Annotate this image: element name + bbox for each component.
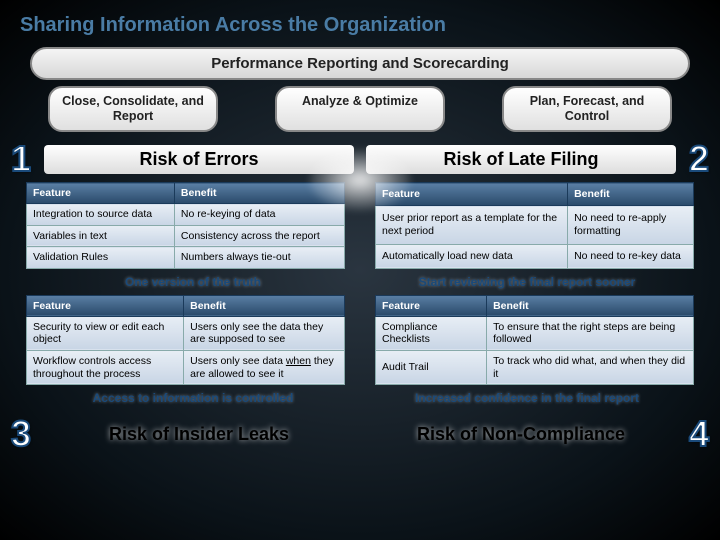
col-feature: Feature	[27, 183, 175, 204]
tagline-access-controlled: Access to information is controlled	[26, 391, 360, 405]
table-row: User prior report as a template for the …	[376, 206, 694, 244]
col-benefit: Benefit	[568, 183, 694, 206]
risk-errors-heading: Risk of Errors	[44, 145, 354, 174]
table-risk-errors: Feature Benefit Integration to source da…	[26, 182, 345, 269]
number-3-badge: 3	[4, 413, 38, 455]
pill-plan-forecast: Plan, Forecast, and Control	[502, 86, 672, 132]
cell-feature: Variables in text	[27, 225, 175, 247]
upper-taglines: One version of the truth Start reviewing…	[20, 271, 700, 295]
lower-taglines: Access to information is controlled Incr…	[20, 387, 700, 411]
cell-feature: Integration to source data	[27, 204, 175, 226]
col-feature: Feature	[376, 295, 487, 316]
cell-benefit: To track who did what, and when they did…	[487, 350, 694, 384]
cell-benefit: Users only see data when they are allowe…	[184, 350, 345, 384]
table-row: Integration to source data No re-keying …	[27, 204, 345, 226]
col-benefit: Benefit	[487, 295, 694, 316]
number-1-badge: 1	[4, 138, 38, 180]
cell-feature: User prior report as a template for the …	[376, 206, 568, 244]
table-row: Variables in text Consistency across the…	[27, 225, 345, 247]
cell-benefit: No need to re-apply formatting	[568, 206, 694, 244]
performance-banner: Performance Reporting and Scorecarding	[30, 47, 690, 80]
table-row: Security to view or edit each object Use…	[27, 316, 345, 350]
lower-tables-row: Feature Benefit Security to view or edit…	[20, 295, 700, 385]
number-2-badge: 2	[682, 138, 716, 180]
risk-late-filing-heading: Risk of Late Filing	[366, 145, 676, 174]
table-row: Validation Rules Numbers always tie-out	[27, 247, 345, 269]
table-row: Compliance Checklists To ensure that the…	[376, 316, 694, 350]
highlight-glow	[310, 150, 410, 210]
table-row: Audit Trail To track who did what, and w…	[376, 350, 694, 384]
tagline-start-reviewing: Start reviewing the final report sooner	[360, 275, 694, 289]
bottom-risk-headings: 3 Risk of Insider Leaks Risk of Non-Comp…	[4, 413, 716, 455]
pill-close-consolidate: Close, Consolidate, and Report	[48, 86, 218, 132]
table-risk-late-filing: Feature Benefit User prior report as a t…	[375, 182, 694, 269]
tagline-increased-confidence: Increased confidence in the final report	[360, 391, 694, 405]
col-benefit: Benefit	[184, 295, 345, 316]
process-pills-row: Close, Consolidate, and Report Analyze &…	[20, 86, 700, 132]
cell-feature: Validation Rules	[27, 247, 175, 269]
tagline-one-version: One version of the truth	[26, 275, 360, 289]
cell-feature: Compliance Checklists	[376, 316, 487, 350]
slide-title: Sharing Information Across the Organizat…	[20, 14, 700, 37]
number-4-badge: 4	[682, 413, 716, 455]
risk-non-compliance-heading: Risk of Non-Compliance	[366, 420, 676, 449]
cell-feature: Audit Trail	[376, 350, 487, 384]
cell-feature: Workflow controls access throughout the …	[27, 350, 184, 384]
cell-benefit: Consistency across the report	[174, 225, 344, 247]
col-feature: Feature	[27, 295, 184, 316]
pill-analyze-optimize: Analyze & Optimize	[275, 86, 445, 132]
table-risk-non-compliance: Feature Benefit Compliance Checklists To…	[375, 295, 694, 385]
cell-feature: Automatically load new data	[376, 244, 568, 268]
cell-benefit: No re-keying of data	[174, 204, 344, 226]
cell-benefit: No need to re-key data	[568, 244, 694, 268]
cell-benefit: To ensure that the right steps are being…	[487, 316, 694, 350]
table-row: Automatically load new data No need to r…	[376, 244, 694, 268]
cell-feature: Security to view or edit each object	[27, 316, 184, 350]
table-row: Workflow controls access throughout the …	[27, 350, 345, 384]
table-risk-insider-leaks: Feature Benefit Security to view or edit…	[26, 295, 345, 385]
cell-benefit: Numbers always tie-out	[174, 247, 344, 269]
cell-benefit: Users only see the data they are suppose…	[184, 316, 345, 350]
risk-insider-leaks-heading: Risk of Insider Leaks	[44, 420, 354, 449]
